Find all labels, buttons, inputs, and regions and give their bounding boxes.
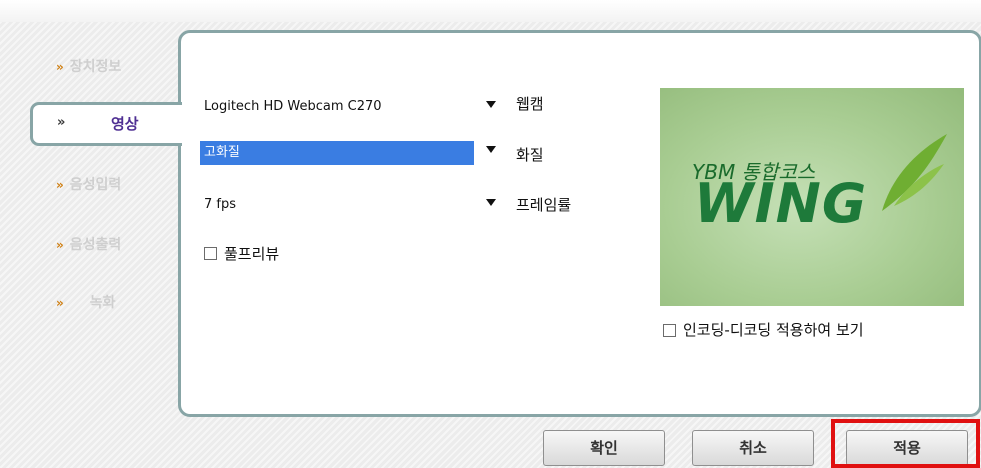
preview-brand-large: WING <box>694 172 868 235</box>
chevron-right-icon: » <box>56 60 64 74</box>
apply-button-highlight <box>831 419 980 468</box>
full-preview-checkbox[interactable] <box>204 247 217 260</box>
sidebar-item-audio-input[interactable]: » 음성입력 <box>56 174 121 196</box>
chevron-right-icon: » <box>56 238 64 252</box>
top-band <box>0 0 981 22</box>
framerate-label: 프레임률 <box>516 196 572 214</box>
chevron-right-icon: » <box>57 115 66 130</box>
full-preview-label: 풀프리뷰 <box>224 245 280 263</box>
chevron-right-icon: » <box>56 178 64 192</box>
cancel-button[interactable]: 취소 <box>692 430 814 466</box>
sidebar-item-video[interactable]: » 영상 <box>30 102 182 146</box>
framerate-select[interactable]: 7 fps <box>200 194 500 218</box>
chevron-down-icon[interactable] <box>486 101 496 108</box>
quality-select[interactable]: 고화질 <box>200 141 500 165</box>
chevron-down-icon[interactable] <box>486 146 496 153</box>
ok-button[interactable]: 확인 <box>543 430 665 466</box>
webcam-label: 웹캠 <box>516 95 544 113</box>
sidebar-item-device-info[interactable]: » 장치정보 <box>56 56 121 78</box>
encoding-preview-checkbox[interactable] <box>663 324 676 337</box>
camera-preview: YBM 통합코스 WING <box>660 88 964 306</box>
sidebar-item-recording[interactable]: » 녹화 <box>56 292 116 314</box>
quality-label: 화질 <box>516 146 544 164</box>
chevron-down-icon[interactable] <box>486 199 496 206</box>
sidebar-item-label: 영상 <box>111 115 139 133</box>
encoding-preview-label: 인코딩-디코딩 적용하여 보기 <box>683 321 864 339</box>
chevron-right-icon: » <box>56 296 64 310</box>
sidebar-item-audio-output[interactable]: » 음성출력 <box>56 234 121 256</box>
webcam-select[interactable]: Logitech HD Webcam C270 <box>200 96 500 120</box>
wing-logo-icon <box>882 134 947 211</box>
